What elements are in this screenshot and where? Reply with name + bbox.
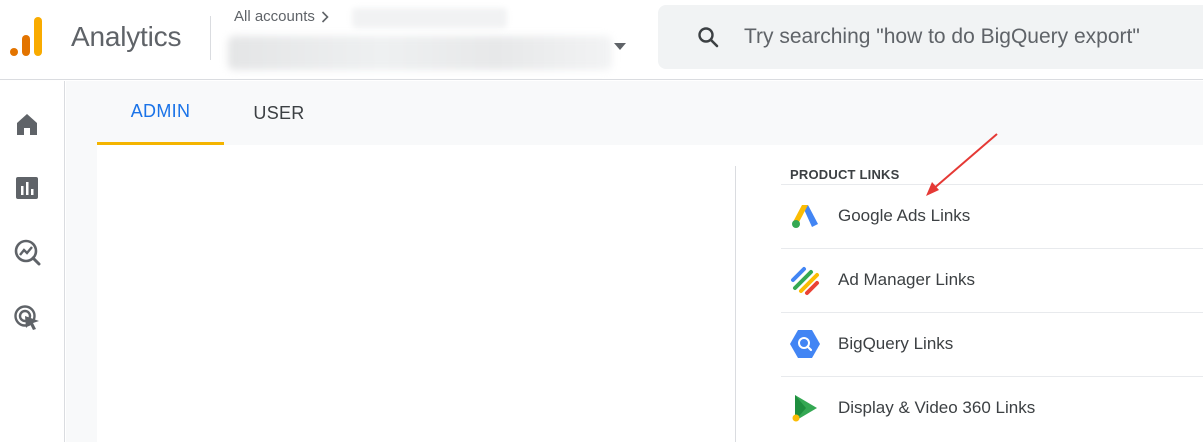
dropdown-arrow-icon[interactable] bbox=[614, 43, 626, 51]
tab-admin[interactable]: ADMIN bbox=[97, 81, 224, 145]
chevron-right-icon bbox=[321, 10, 329, 23]
breadcrumb-all-accounts[interactable]: All accounts bbox=[234, 8, 315, 25]
left-nav-rail bbox=[0, 81, 65, 442]
search-input[interactable] bbox=[744, 5, 1203, 69]
breadcrumb[interactable]: All accounts bbox=[234, 8, 329, 25]
google-ads-links-item[interactable]: Google Ads Links bbox=[781, 184, 1203, 247]
display-video-360-links-label: Display & Video 360 Links bbox=[838, 398, 1036, 417]
reports-icon[interactable] bbox=[13, 174, 41, 202]
bigquery-links-label: BigQuery Links bbox=[838, 334, 954, 353]
app-title: Analytics bbox=[71, 21, 182, 52]
bigquery-links-item[interactable]: BigQuery Links bbox=[781, 312, 1203, 375]
account-property-selector[interactable] bbox=[228, 32, 628, 72]
tab-user[interactable]: USER bbox=[224, 81, 334, 145]
google-ads-icon bbox=[792, 205, 818, 228]
ad-manager-links-item[interactable]: Ad Manager Links bbox=[781, 248, 1203, 311]
admin-panel: PRODUCT LINKS Google Ads Links Ad Manage… bbox=[97, 145, 1203, 442]
ad-manager-links-label: Ad Manager Links bbox=[838, 270, 976, 289]
bigquery-icon bbox=[790, 330, 820, 358]
redacted-property-name bbox=[228, 36, 612, 70]
column-divider bbox=[735, 166, 736, 442]
google-ads-links-label: Google Ads Links bbox=[838, 206, 971, 225]
ad-manager-icon bbox=[791, 267, 819, 295]
section-heading-product-links: PRODUCT LINKS bbox=[790, 167, 900, 182]
home-icon[interactable] bbox=[13, 110, 41, 138]
advertising-icon[interactable] bbox=[13, 304, 41, 332]
header-divider bbox=[210, 16, 211, 60]
top-app-bar: Analytics All accounts bbox=[0, 0, 1203, 80]
analytics-logo-icon[interactable] bbox=[10, 17, 46, 57]
display-video-360-icon bbox=[792, 395, 817, 422]
explore-icon[interactable] bbox=[13, 238, 41, 266]
search-icon bbox=[698, 27, 719, 48]
display-video-360-links-item[interactable]: Display & Video 360 Links bbox=[781, 376, 1203, 439]
main-content: ADMIN USER PRODUCT LINKS Google Ads Link… bbox=[66, 81, 1203, 442]
search-bar[interactable] bbox=[658, 5, 1203, 69]
redacted-account-name bbox=[352, 8, 507, 28]
